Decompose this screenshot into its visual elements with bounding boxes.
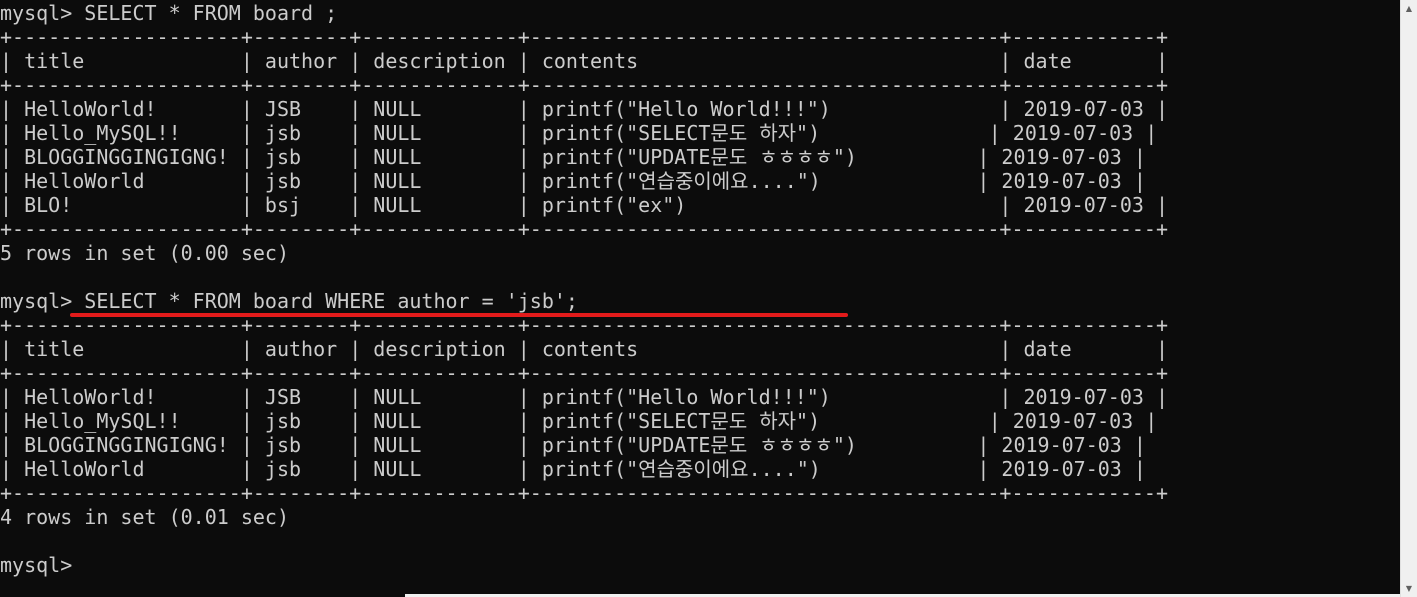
terminal-line: | HelloWorld! | JSB | NULL | printf("Hel… [0,97,1168,121]
terminal-line: | Hello_MySQL!! | jsb | NULL | printf("S… [0,409,1158,433]
scroll-up-arrow-icon[interactable]: ▲ [1401,0,1417,17]
query-highlight-underline [70,313,848,317]
terminal-line: 4 rows in set (0.01 sec) [0,505,289,529]
terminal-line: | title | author | description | content… [0,337,1168,361]
terminal-line: 5 rows in set (0.00 sec) [0,241,289,265]
terminal-window[interactable]: mysql> SELECT * FROM board ; +-----------… [0,0,1400,597]
terminal-line: +-------------------+--------+----------… [0,25,1168,49]
terminal-line: | BLO! | bsj | NULL | printf("ex") | 201… [0,193,1168,217]
terminal-line: +-------------------+--------+----------… [0,73,1168,97]
terminal-line: | BLOGGINGGINGIGNG! | jsb | NULL | print… [0,433,1146,457]
terminal-line: | BLOGGINGGINGIGNG! | jsb | NULL | print… [0,145,1146,169]
scroll-down-arrow-icon[interactable]: ▼ [1401,580,1417,597]
terminal-line: +-------------------+--------+----------… [0,217,1168,241]
terminal-line: | HelloWorld | jsb | NULL | printf("연습중이… [0,457,1146,481]
terminal-output: mysql> SELECT * FROM board ; +-----------… [0,0,1400,577]
terminal-line: mysql> SELECT * FROM board WHERE author … [0,289,578,313]
terminal-line: | Hello_MySQL!! | jsb | NULL | printf("S… [0,121,1158,145]
terminal-line: +-------------------+--------+----------… [0,481,1168,505]
terminal-line: | title | author | description | content… [0,49,1168,73]
terminal-line: mysql> SELECT * FROM board ; [0,1,338,25]
terminal-line: +-------------------+--------+----------… [0,361,1168,385]
terminal-prompt[interactable]: mysql> [0,553,1400,577]
terminal-line: | HelloWorld | jsb | NULL | printf("연습중이… [0,169,1146,193]
vertical-scrollbar[interactable]: ▲ ▼ [1400,0,1417,597]
terminal-line: | HelloWorld! | JSB | NULL | printf("Hel… [0,385,1168,409]
